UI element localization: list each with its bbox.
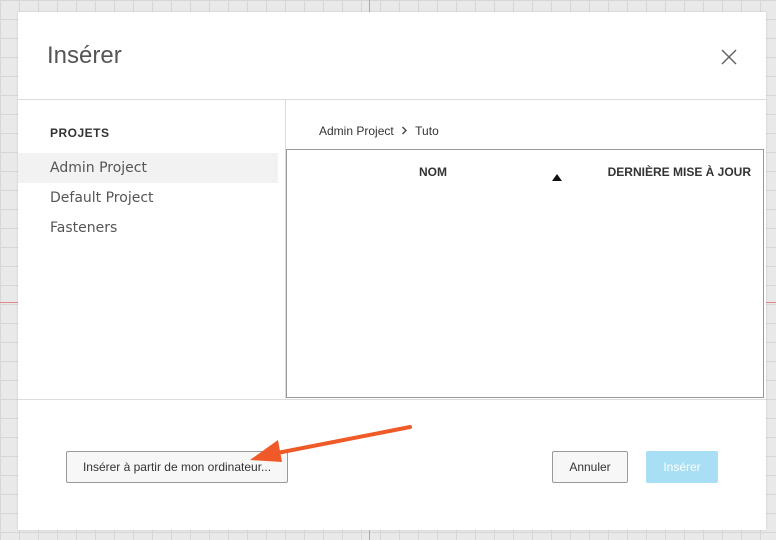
canvas-guide-horizontal-right — [766, 302, 776, 303]
canvas-guide-vertical — [369, 0, 370, 12]
close-icon[interactable] — [718, 46, 740, 68]
column-header-name[interactable]: NOM — [419, 165, 447, 179]
sidebar-item-fasteners[interactable]: Fasteners — [18, 213, 278, 243]
header-divider — [18, 99, 766, 100]
insert-button[interactable]: Insérer — [646, 451, 718, 483]
project-list: Admin Project Default Project Fasteners — [18, 153, 278, 243]
breadcrumb-item-admin-project[interactable]: Admin Project — [319, 124, 394, 138]
file-table: NOM DERNIÈRE MISE À JOUR — [286, 149, 764, 398]
chevron-right-icon — [401, 124, 408, 138]
sidebar-item-default-project[interactable]: Default Project — [18, 183, 278, 213]
footer-divider — [18, 399, 766, 400]
insert-dialog: Insérer PROJETS Admin Project Default Pr… — [18, 12, 766, 530]
sort-ascending-icon[interactable] — [552, 168, 562, 181]
projects-heading: PROJETS — [50, 126, 110, 140]
canvas-guide-horizontal-left — [0, 302, 18, 303]
dialog-title: Insérer — [47, 42, 122, 69]
breadcrumb: Admin Project Tuto — [319, 124, 439, 138]
annotation-arrow-icon — [248, 422, 418, 472]
canvas-guide-vertical-bottom — [369, 530, 370, 540]
cancel-button[interactable]: Annuler — [552, 451, 628, 483]
sidebar-item-admin-project[interactable]: Admin Project — [18, 153, 278, 183]
column-header-last-updated[interactable]: DERNIÈRE MISE À JOUR — [608, 165, 751, 179]
breadcrumb-item-tuto: Tuto — [415, 124, 439, 138]
